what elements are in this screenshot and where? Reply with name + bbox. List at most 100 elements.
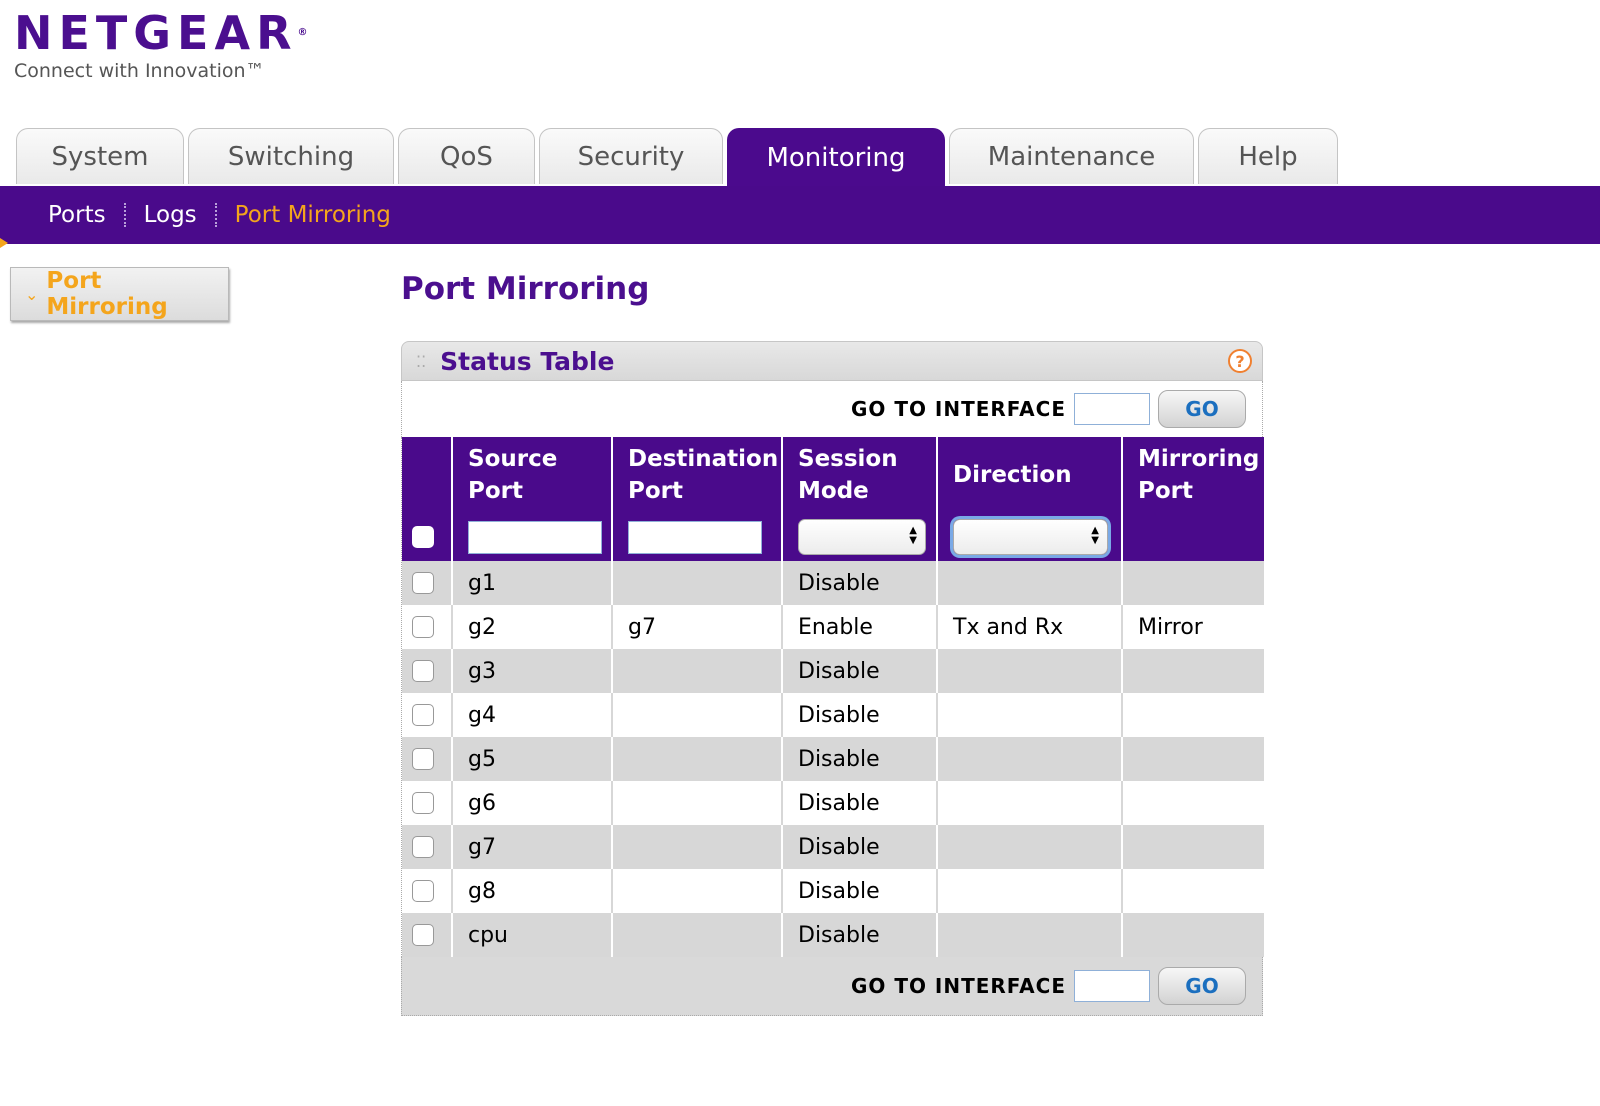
subnav-marker: [0, 238, 8, 248]
chevron-down-icon: ⌄: [25, 284, 39, 304]
row-checkbox[interactable]: [412, 660, 434, 682]
table-row[interactable]: g7 Disable: [402, 825, 1264, 869]
cell-mode: Disable: [781, 869, 937, 913]
row-checkbox[interactable]: [412, 704, 434, 726]
tab-monitoring[interactable]: Monitoring: [727, 128, 945, 186]
header-direction: Direction: [936, 437, 1122, 513]
cell-mirroring: [1121, 649, 1264, 693]
goto-interface-input[interactable]: [1074, 393, 1150, 425]
cell-direction: [936, 781, 1122, 825]
cell-source: g4: [451, 693, 612, 737]
cell-destination: [611, 649, 782, 693]
select-all-checkbox[interactable]: [412, 526, 434, 548]
cell-mode: Disable: [781, 693, 937, 737]
row-checkbox[interactable]: [412, 836, 434, 858]
table-header-row: Source Port Destination Port Session Mode D…: [402, 437, 1264, 513]
cell-mode: Disable: [781, 913, 937, 957]
logo-tagline: Connect with Innovation™: [14, 60, 265, 82]
netgear-logo: NETGEAR® Connect with Innovation™: [14, 8, 308, 82]
goto-interface-input[interactable]: [1074, 970, 1150, 1002]
cell-direction: [936, 869, 1122, 913]
cell-mode: Disable: [781, 649, 937, 693]
tab-help[interactable]: Help: [1198, 128, 1338, 184]
cell-source: g3: [451, 649, 612, 693]
subnav-port-mirroring[interactable]: Port Mirroring: [217, 202, 409, 228]
cell-mirroring: [1121, 869, 1264, 913]
header-select: [402, 437, 452, 513]
destination-port-filter-input[interactable]: [628, 520, 762, 554]
cell-direction: [936, 693, 1122, 737]
row-checkbox[interactable]: [412, 880, 434, 902]
header-source-port: Source Port: [451, 437, 612, 513]
table-row[interactable]: cpu Disable: [402, 913, 1264, 957]
cell-source: g1: [451, 561, 612, 605]
cell-source: g8: [451, 869, 612, 913]
tab-security[interactable]: Security: [539, 128, 723, 184]
cell-destination: g7: [611, 605, 782, 649]
cell-direction: [936, 825, 1122, 869]
table-row[interactable]: g4 Disable: [402, 693, 1264, 737]
cell-source: g2: [451, 605, 612, 649]
sub-navigation: Ports Logs Port Mirroring: [0, 186, 1600, 244]
source-port-filter-input[interactable]: [468, 520, 602, 554]
goto-interface-label: GO TO INTERFACE: [850, 974, 1066, 998]
row-checkbox[interactable]: [412, 924, 434, 946]
cell-mode: Enable: [781, 605, 937, 649]
subnav-ports[interactable]: Ports: [30, 202, 124, 228]
page-title: Port Mirroring: [401, 271, 650, 307]
drag-handle-icon[interactable]: ⁚⁚: [416, 352, 426, 371]
table-row[interactable]: g3 Disable: [402, 649, 1264, 693]
help-icon[interactable]: ?: [1228, 349, 1252, 373]
cell-mode: Disable: [781, 737, 937, 781]
cell-destination: [611, 781, 782, 825]
cell-destination: [611, 561, 782, 605]
cell-mirroring: Mirror: [1121, 605, 1264, 649]
header-session-mode: Session Mode: [781, 437, 937, 513]
table-row[interactable]: g5 Disable: [402, 737, 1264, 781]
cell-mirroring: [1121, 781, 1264, 825]
table-row[interactable]: g6 Disable: [402, 781, 1264, 825]
cell-mirroring: [1121, 561, 1264, 605]
table-body: g1 Disable g2 g7 Enable Tx and Rx Mirror g3 Disa…: [402, 561, 1264, 957]
cell-mode: Disable: [781, 825, 937, 869]
panel-title: Status Table: [440, 346, 615, 376]
table-row[interactable]: g2 g7 Enable Tx and Rx Mirror: [402, 605, 1264, 649]
panel-header: ⁚⁚ Status Table ?: [401, 341, 1263, 381]
direction-select[interactable]: ▲ ▼: [953, 519, 1108, 555]
sidebar-item-port-mirroring[interactable]: ⌄ Port Mirroring: [10, 267, 229, 321]
session-mode-select[interactable]: ▲ ▼: [798, 519, 926, 555]
row-checkbox[interactable]: [412, 748, 434, 770]
tab-system[interactable]: System: [16, 128, 184, 184]
cell-mode: Disable: [781, 781, 937, 825]
cell-mirroring: [1121, 825, 1264, 869]
tab-maintenance[interactable]: Maintenance: [949, 128, 1194, 184]
sidebar-item-label: Port Mirroring: [46, 268, 168, 320]
tab-switching[interactable]: Switching: [188, 128, 394, 184]
cell-source: cpu: [451, 913, 612, 957]
main-tabs: System Switching QoS Security Monitoring…: [16, 128, 1342, 186]
go-button[interactable]: GO: [1158, 390, 1246, 428]
cell-mirroring: [1121, 693, 1264, 737]
go-button[interactable]: GO: [1158, 967, 1246, 1005]
cell-direction: Tx and Rx: [936, 605, 1122, 649]
cell-direction: [936, 737, 1122, 781]
table-row[interactable]: g8 Disable: [402, 869, 1264, 913]
header-destination-port: Destination Port: [611, 437, 782, 513]
select-arrows-icon: ▲ ▼: [1091, 525, 1099, 546]
row-checkbox[interactable]: [412, 792, 434, 814]
table-row[interactable]: g1 Disable: [402, 561, 1264, 605]
goto-interface-top: GO TO INTERFACE GO: [401, 381, 1263, 437]
row-checkbox[interactable]: [412, 616, 434, 638]
row-checkbox[interactable]: [412, 572, 434, 594]
cell-source: g7: [451, 825, 612, 869]
tab-qos[interactable]: QoS: [398, 128, 535, 184]
cell-direction: [936, 649, 1122, 693]
status-table: Source Port Destination Port Session Mode D…: [402, 437, 1264, 957]
table-filter-row: ▲ ▼ ▲ ▼: [402, 513, 1264, 561]
cell-direction: [936, 561, 1122, 605]
cell-destination: [611, 737, 782, 781]
cell-destination: [611, 913, 782, 957]
subnav-logs[interactable]: Logs: [126, 202, 215, 228]
cell-direction: [936, 913, 1122, 957]
cell-destination: [611, 869, 782, 913]
